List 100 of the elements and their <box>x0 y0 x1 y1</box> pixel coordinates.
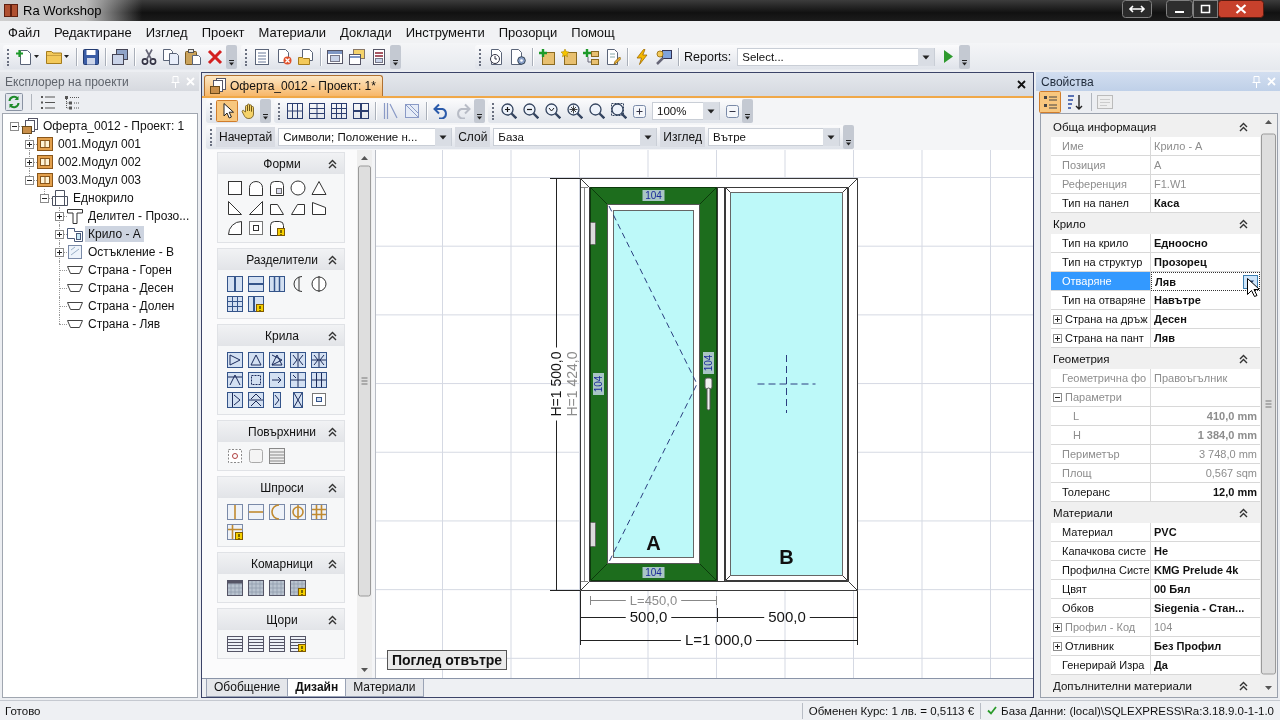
collapse-icon[interactable] <box>328 558 337 569</box>
framed-square-icon[interactable] <box>248 220 264 236</box>
tree-item[interactable]: Страна - Долен <box>85 298 178 314</box>
menu-item[interactable]: Доклади <box>333 22 399 42</box>
view-dropdown[interactable]: Вътре <box>708 128 840 146</box>
sash-type-icon[interactable] <box>248 372 264 388</box>
triangle-shape-icon[interactable] <box>248 200 264 216</box>
close-icon[interactable] <box>1218 0 1264 18</box>
triangle-shape-icon[interactable] <box>227 200 243 216</box>
expand-icon[interactable] <box>54 229 64 239</box>
close-icon[interactable] <box>1017 80 1026 89</box>
diagonal-lines-icon[interactable] <box>382 103 398 119</box>
triangle-shape-icon[interactable] <box>311 180 327 196</box>
category-header[interactable]: Материали <box>1041 502 1260 523</box>
muntin-icon[interactable] <box>248 504 264 520</box>
zoom-out-icon[interactable] <box>523 103 539 119</box>
property-name[interactable]: Страна на дръж <box>1051 310 1151 329</box>
property-name[interactable]: Тип на структур <box>1051 253 1151 272</box>
tree-item[interactable]: Остъкление - В <box>85 244 178 260</box>
property-value[interactable]: Не <box>1151 542 1260 561</box>
collapse-icon[interactable] <box>328 426 337 437</box>
property-value[interactable]: Прозорец <box>1151 253 1260 272</box>
caret-icon[interactable] <box>226 44 237 69</box>
collapse-icon[interactable] <box>328 482 337 493</box>
collapse-icon[interactable] <box>24 175 34 185</box>
tree-item[interactable]: 001.Модул 001 <box>55 136 144 152</box>
collapse-icon[interactable] <box>1239 353 1248 364</box>
sash-type-icon[interactable] <box>311 392 327 408</box>
minimize-icon[interactable] <box>1166 0 1193 18</box>
view-tab[interactable]: Материали <box>345 679 424 697</box>
grid-divider-icon[interactable] <box>227 296 243 312</box>
quarter-shape-icon[interactable] <box>227 220 243 236</box>
zoom-icon[interactable] <box>589 103 605 119</box>
striped-panel-icon[interactable] <box>269 448 285 464</box>
palette-section-header[interactable]: Щори <box>218 609 344 630</box>
scrollbar[interactable] <box>357 150 372 678</box>
property-value[interactable]: Siegenia - Стан... <box>1151 599 1260 618</box>
tree-item[interactable]: Крило - А <box>85 226 144 242</box>
mesh-screen-warning-icon[interactable] <box>290 580 306 596</box>
categorized-view-icon[interactable] <box>1039 91 1061 113</box>
arch-shape-icon[interactable] <box>248 180 264 196</box>
tree-item[interactable]: Делител - Прозо... <box>85 208 193 224</box>
property-value[interactable]: Ляв <box>1151 272 1260 291</box>
expand-icon[interactable] <box>24 157 34 167</box>
mesh-screen-icon[interactable] <box>269 580 285 596</box>
sash-type-icon[interactable] <box>311 372 327 388</box>
sash-type-icon[interactable] <box>227 392 243 408</box>
sash-type-icon[interactable] <box>269 352 285 368</box>
zoom-window-icon[interactable] <box>611 103 627 119</box>
tree-add-icon[interactable] <box>583 48 599 65</box>
maximize-icon[interactable] <box>1193 0 1218 18</box>
palette-section-header[interactable]: Повърхнини <box>218 421 344 442</box>
sash-type-icon[interactable] <box>269 372 285 388</box>
menu-item[interactable]: Прозорци <box>491 22 565 42</box>
circle-shape-icon[interactable] <box>290 180 306 196</box>
property-name[interactable]: Страна на пант <box>1051 329 1151 348</box>
tools-icon[interactable] <box>656 48 672 65</box>
divider-warning-icon[interactable] <box>248 296 264 312</box>
cut-icon[interactable] <box>141 48 157 65</box>
property-name[interactable]: Тип на крило <box>1051 234 1151 253</box>
sash-type-icon[interactable] <box>227 352 243 368</box>
property-name[interactable]: Капачкова систе <box>1051 542 1151 561</box>
expand-icon[interactable] <box>54 247 64 257</box>
property-name[interactable]: Генерирай Изра <box>1051 656 1151 675</box>
menu-item[interactable]: Проект <box>194 22 252 42</box>
caret-icon[interactable] <box>260 99 271 123</box>
collapse-icon[interactable] <box>9 121 19 131</box>
document-folder-icon[interactable] <box>298 48 314 65</box>
collapse-icon[interactable] <box>1239 121 1248 132</box>
minus-icon[interactable] <box>726 104 739 118</box>
menu-item[interactable]: Редактиране <box>46 22 139 42</box>
caret-icon[interactable] <box>959 44 971 69</box>
document-gear-icon[interactable] <box>510 48 526 65</box>
play-icon[interactable] <box>944 50 954 63</box>
muntin-icon[interactable] <box>227 504 243 520</box>
sash-type-icon[interactable] <box>227 372 243 388</box>
property-value[interactable]: PVC <box>1151 523 1260 542</box>
collapse-icon[interactable] <box>328 614 337 625</box>
clock-document-icon[interactable] <box>488 48 504 65</box>
list-icon[interactable] <box>254 48 270 65</box>
tree-item[interactable]: Страна - Ляв <box>85 316 164 332</box>
delete-icon[interactable] <box>207 48 223 65</box>
shape-warning-icon[interactable] <box>269 220 285 236</box>
muntin-warning-icon[interactable] <box>227 524 243 540</box>
category-header[interactable]: Геометрия <box>1041 348 1260 369</box>
mesh-screen-icon[interactable] <box>248 580 264 596</box>
property-value[interactable]: Каса <box>1151 194 1260 213</box>
property-name[interactable]: Отливник <box>1051 637 1151 656</box>
hatched-square-icon[interactable] <box>404 103 420 119</box>
zoom-in-icon[interactable] <box>501 103 517 119</box>
caret-icon[interactable] <box>843 125 854 149</box>
tree-item[interactable]: 002.Модул 002 <box>55 154 144 170</box>
tree-item[interactable]: Страна - Десен <box>85 280 177 296</box>
pointer-icon[interactable] <box>216 100 238 122</box>
menu-item[interactable]: Файл <box>1 22 47 42</box>
plus-icon[interactable] <box>633 104 646 118</box>
property-name[interactable]: Профилна Систе <box>1051 561 1151 580</box>
palette-section-header[interactable]: Комарници <box>218 553 344 574</box>
tree-item[interactable]: Еднокрило <box>70 190 137 206</box>
square-shape-icon[interactable] <box>227 180 243 196</box>
